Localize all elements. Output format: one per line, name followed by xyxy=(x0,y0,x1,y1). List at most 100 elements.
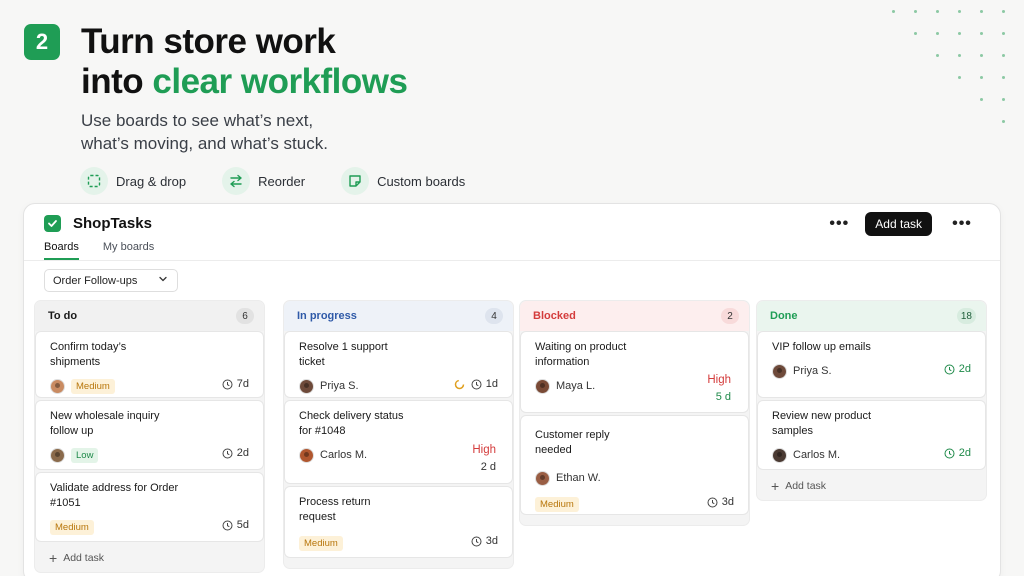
assignee-name: Carlos M. xyxy=(793,449,841,461)
more-options-button[interactable]: ••• xyxy=(825,214,853,234)
add-task-link[interactable]: + Add task xyxy=(757,472,986,494)
assignee-name: Maya L. xyxy=(556,380,596,392)
decorative-dot xyxy=(980,32,983,35)
priority-text: High xyxy=(472,444,496,456)
priority-badge: Medium xyxy=(535,496,579,512)
column-blocked: Blocked 2 Waiting on product information… xyxy=(519,300,750,526)
task-title: New wholesale inquiry follow up xyxy=(50,410,160,437)
avatar xyxy=(299,447,314,463)
feature-list: Drag & drop Reorder Custom boards xyxy=(80,167,501,195)
decorative-dot xyxy=(958,32,961,35)
due-text: 2d xyxy=(236,447,249,459)
decorative-dot xyxy=(958,76,961,79)
decorative-dot xyxy=(936,54,939,57)
clock-icon xyxy=(471,536,482,546)
task-card[interactable]: Review new product samples Carlos M. 2d xyxy=(757,400,986,470)
feature-label: Custom boards xyxy=(377,173,466,189)
task-meta: Ethan W. xyxy=(535,468,734,488)
tab-my-boards[interactable]: My boards xyxy=(103,241,154,260)
task-card[interactable]: Process return request Medium 3d xyxy=(284,486,513,558)
due-date: 2d xyxy=(944,363,971,375)
decorative-dot xyxy=(914,32,917,35)
add-task-button[interactable]: Add task xyxy=(865,212,932,236)
avatar xyxy=(50,378,65,394)
board-select[interactable]: Order Follow-ups xyxy=(44,269,178,292)
task-meta: Medium 3d xyxy=(535,494,734,514)
due-date: 2d xyxy=(222,447,249,459)
app-title: ShopTasks xyxy=(73,215,152,232)
task-card[interactable]: Validate address for Order #1051 Medium … xyxy=(35,472,264,542)
decorative-dot xyxy=(1002,120,1005,123)
column-title: In progress xyxy=(297,310,357,322)
decorative-dot xyxy=(936,10,939,13)
due-date: 3d xyxy=(471,535,498,547)
column-count: 6 xyxy=(236,308,254,324)
custom-board-icon xyxy=(341,167,370,195)
column-count: 18 xyxy=(956,308,976,324)
task-title: Check delivery status for #1048 xyxy=(299,410,404,437)
task-card[interactable]: Resolve 1 support ticket Priya S. 1d xyxy=(284,331,513,398)
avatar xyxy=(50,447,65,463)
clock-icon xyxy=(471,379,482,389)
due-date: 2d xyxy=(944,447,971,459)
task-meta: Priya S. 2d xyxy=(772,361,971,381)
due-text: 2d xyxy=(958,447,971,459)
task-title: Review new product samples xyxy=(772,410,872,437)
assignee-name: Priya S. xyxy=(320,380,359,392)
board-select-value: Order Follow-ups xyxy=(53,274,138,287)
priority-text: High xyxy=(707,374,731,386)
board-tabs: Boards My boards xyxy=(44,241,178,260)
column-title: Done xyxy=(770,310,798,322)
task-meta: Medium 5d xyxy=(50,517,249,537)
in-progress-icon xyxy=(454,379,464,389)
assignee-name: Priya S. xyxy=(793,365,832,377)
due-text: 2 d xyxy=(480,461,496,473)
due-text: 5d xyxy=(236,519,249,531)
checkbox-logo-icon xyxy=(44,215,61,232)
decorative-dot xyxy=(980,54,983,57)
plus-icon: + xyxy=(49,550,58,566)
column-todo: To do 6 Confirm today’s shipments Medium… xyxy=(34,300,265,573)
decorative-dot xyxy=(936,32,939,35)
feature-reorder: Reorder xyxy=(222,167,305,195)
task-card[interactable]: Confirm today’s shipments Medium 7d xyxy=(35,331,264,398)
task-title: Waiting on product information xyxy=(535,341,627,368)
avatar xyxy=(535,470,550,486)
task-card[interactable]: Customer reply needed Ethan W. Medium 3d xyxy=(520,415,749,515)
task-card[interactable]: VIP follow up emails Priya S. 2d xyxy=(757,331,986,398)
column-count: 2 xyxy=(721,308,739,324)
headline-line-1: Turn store work xyxy=(81,22,336,61)
task-title: Resolve 1 support ticket xyxy=(299,341,388,368)
header-actions: ••• Add task ••• xyxy=(825,212,976,236)
add-task-label: Add task xyxy=(785,480,827,492)
subheading-line-1: Use boards to see what’s next, xyxy=(81,111,314,130)
due-text: 1d xyxy=(485,378,498,390)
clock-icon xyxy=(944,364,955,374)
decorative-dot xyxy=(1002,54,1005,57)
reorder-icon xyxy=(222,167,251,195)
add-task-link[interactable]: + Add task xyxy=(35,544,264,566)
app-window: ShopTasks ••• Add task ••• Boards My boa… xyxy=(23,203,1001,576)
feature-label: Reorder xyxy=(258,173,306,189)
column-done: Done 18 VIP follow up emails Priya S. 2d… xyxy=(756,300,987,501)
due-text: 7d xyxy=(236,378,249,390)
due-text: 3d xyxy=(721,496,734,508)
task-meta: Low 2d xyxy=(50,445,249,465)
task-title: Customer reply needed xyxy=(535,429,610,456)
task-meta: Priya S. 1d xyxy=(299,376,498,396)
task-card[interactable]: New wholesale inquiry follow up Low 2d xyxy=(35,400,264,470)
due-date: 1d xyxy=(454,378,498,390)
more-menu-button[interactable]: ••• xyxy=(948,214,976,234)
tab-boards[interactable]: Boards xyxy=(44,241,79,260)
plus-icon: + xyxy=(771,478,780,494)
priority-badge: Medium xyxy=(71,378,115,394)
column-header: Blocked 2 xyxy=(520,301,749,331)
due-text: 5 d xyxy=(715,391,731,403)
due-date: 5d xyxy=(222,519,249,531)
task-card[interactable]: Check delivery status for #1048 Carlos M… xyxy=(284,400,513,484)
decorative-dot xyxy=(1002,32,1005,35)
step-badge: 2 xyxy=(24,24,60,60)
task-card[interactable]: Waiting on product information Maya L. H… xyxy=(520,331,749,413)
priority-badge: Low xyxy=(71,447,99,463)
feature-custom-boards: Custom boards xyxy=(341,167,465,195)
